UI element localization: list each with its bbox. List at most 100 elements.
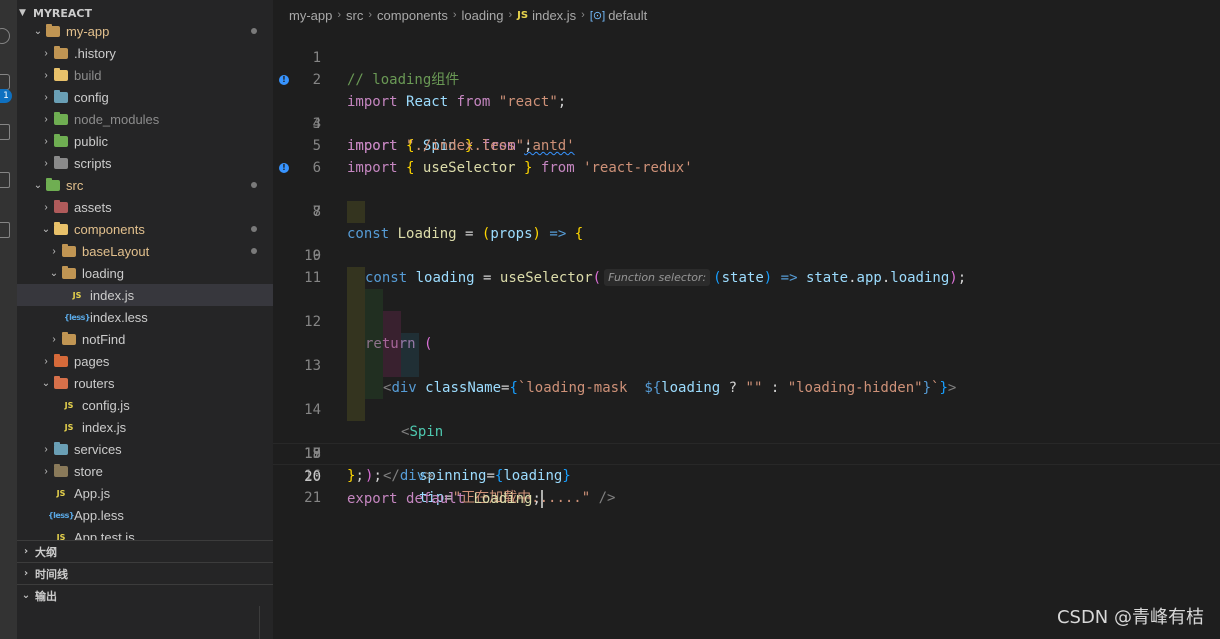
code-line[interactable]: 14 <Spin bbox=[273, 311, 1220, 440]
chevron-right-icon: › bbox=[337, 9, 342, 21]
tree-item-label: loading bbox=[82, 265, 124, 281]
tree-file[interactable]: ›JSconfig.js bbox=[17, 394, 273, 416]
code-line[interactable]: 1 // loading组件 bbox=[273, 25, 1220, 88]
code-line[interactable]: 2 import React from "react"; bbox=[273, 47, 1220, 110]
tree-folder[interactable]: › build bbox=[17, 64, 273, 86]
code-line[interactable]: 4 import "./index.less"; bbox=[273, 91, 1220, 154]
code-line[interactable]: 15 spinning={loading} bbox=[273, 333, 1220, 484]
tree-folder[interactable]: ⌄ my-app bbox=[17, 20, 273, 42]
tree-item-label: config.js bbox=[82, 397, 130, 413]
indent-guide bbox=[365, 355, 383, 377]
tree-folder[interactable]: › services bbox=[17, 438, 273, 460]
tree-item-label: index.js bbox=[90, 287, 135, 303]
info-icon[interactable]: ! bbox=[279, 163, 289, 173]
tree-item-label: public bbox=[74, 133, 108, 149]
code-line[interactable]: 21 bbox=[273, 465, 1220, 506]
search-icon[interactable] bbox=[0, 28, 10, 44]
outline-panel-header[interactable]: › 大纲 bbox=[17, 540, 273, 562]
tree-folder[interactable]: › pages bbox=[17, 350, 273, 372]
indent-guide bbox=[347, 333, 365, 355]
chevron-right-icon: › bbox=[44, 465, 48, 477]
indent-guide bbox=[347, 289, 365, 311]
code-editor[interactable]: 1 // loading组件 2 import React from "reac… bbox=[273, 25, 1220, 508]
tree-folder[interactable]: › node_modules bbox=[17, 108, 273, 130]
tree-folder[interactable]: › store bbox=[17, 460, 273, 482]
source-control-icon[interactable] bbox=[0, 74, 10, 90]
breadcrumb-item[interactable]: components bbox=[377, 8, 448, 23]
tree-item-label: routers bbox=[74, 375, 115, 391]
breadcrumb: my-app › src › components › loading › JS… bbox=[289, 5, 647, 25]
code-line[interactable]: ! 3 import { Spin } from 'antd' bbox=[273, 69, 1220, 154]
js-file-icon: JS bbox=[64, 422, 74, 432]
tree-folder[interactable]: › notFind bbox=[17, 328, 273, 350]
chevron-right-icon: › bbox=[368, 9, 373, 21]
tree-folder[interactable]: › scripts bbox=[17, 152, 273, 174]
breadcrumb-item[interactable]: src bbox=[346, 8, 363, 23]
less-file-icon: {less} bbox=[47, 510, 75, 520]
code-line[interactable]: 10 bbox=[273, 223, 1220, 264]
code-line[interactable]: 13 <div className={`loading-mask ${loadi… bbox=[273, 289, 1220, 396]
indent-guide bbox=[365, 311, 383, 333]
code-line[interactable]: 6 bbox=[273, 135, 1220, 176]
modified-dot-icon bbox=[251, 226, 257, 232]
scrollbar[interactable] bbox=[259, 606, 271, 639]
folder-icon bbox=[61, 243, 77, 258]
indent-guide bbox=[347, 267, 365, 289]
breadcrumb-item[interactable]: index.js bbox=[532, 8, 576, 23]
timeline-panel-header[interactable]: › 时间线 bbox=[17, 562, 273, 584]
tree-folder[interactable]: › config bbox=[17, 86, 273, 108]
run-debug-icon[interactable] bbox=[0, 124, 10, 140]
tree-file[interactable]: ›JSApp.test.js bbox=[17, 526, 273, 541]
code-line[interactable]: 9 const loading = useSelector(Function s… bbox=[273, 201, 1220, 286]
tree-folder[interactable]: › assets bbox=[17, 196, 273, 218]
code-line[interactable]: 8 bbox=[273, 179, 1220, 220]
chevron-right-icon: › bbox=[52, 333, 56, 345]
breadcrumb-item[interactable]: default bbox=[608, 8, 647, 23]
code-line[interactable]: 11 bbox=[273, 245, 1220, 286]
code-line[interactable]: 12 return ( bbox=[273, 267, 1220, 352]
chevron-down-icon: ⌄ bbox=[41, 377, 51, 389]
tree-item-label: my-app bbox=[66, 23, 110, 39]
code-line-current[interactable]: 20 export default Loading; bbox=[273, 443, 1220, 508]
tree-file[interactable]: ›JSApp.js bbox=[17, 482, 273, 504]
output-panel-header[interactable]: ⌄ 输出 bbox=[17, 584, 273, 606]
tree-folder[interactable]: › public bbox=[17, 130, 273, 152]
tree-file[interactable]: ›{less}index.less bbox=[17, 306, 273, 328]
folder-icon bbox=[53, 463, 69, 478]
breadcrumb-item[interactable]: my-app bbox=[289, 8, 332, 23]
breadcrumb-item[interactable]: loading bbox=[462, 8, 504, 23]
folder-icon bbox=[53, 441, 69, 456]
tree-folder[interactable]: ⌄ src bbox=[17, 174, 273, 196]
tree-folder[interactable]: › baseLayout bbox=[17, 240, 273, 262]
indent-guide bbox=[383, 311, 401, 333]
chevron-right-icon: › bbox=[44, 201, 48, 213]
tree-item-label: components bbox=[74, 221, 145, 237]
symbol-variable-icon: [⊙] bbox=[589, 9, 606, 22]
tree-item-label: config bbox=[74, 89, 109, 105]
less-file-icon: {less} bbox=[63, 312, 91, 322]
folder-icon bbox=[53, 89, 69, 104]
tree-file[interactable]: ›{less}App.less bbox=[17, 504, 273, 526]
indent-guide bbox=[383, 355, 401, 377]
tree-item-label: App.js bbox=[74, 485, 111, 501]
tree-item-label: scripts bbox=[74, 155, 112, 171]
code-line[interactable]: 19 }; bbox=[273, 421, 1220, 484]
tree-file[interactable]: ›JSindex.js bbox=[17, 284, 273, 306]
tree-folder[interactable]: › .history bbox=[17, 42, 273, 64]
info-icon[interactable]: ! bbox=[279, 75, 289, 85]
tree-folder[interactable]: ⌄ components bbox=[17, 218, 273, 240]
tree-folder[interactable]: ⌄ routers bbox=[17, 372, 273, 394]
code-token: export bbox=[347, 491, 398, 507]
tree-folder[interactable]: ⌄ loading bbox=[17, 262, 273, 284]
extensions-icon[interactable] bbox=[0, 172, 10, 188]
code-line[interactable]: 16 tip="正在加载中......" /> bbox=[273, 355, 1220, 506]
indent-guide bbox=[347, 355, 365, 377]
code-line[interactable]: 18 ); bbox=[273, 399, 1220, 484]
tree-item-label: build bbox=[74, 67, 102, 83]
code-line[interactable]: ! 7 const Loading = (props) => { bbox=[273, 157, 1220, 242]
tree-file[interactable]: ›JSindex.js bbox=[17, 416, 273, 438]
test-icon[interactable] bbox=[0, 222, 10, 238]
code-line[interactable]: 5 import { useSelector } from 'react-red… bbox=[273, 113, 1220, 176]
code-line[interactable]: 17 </div> bbox=[273, 377, 1220, 484]
tree-item-label: .history bbox=[74, 45, 116, 61]
